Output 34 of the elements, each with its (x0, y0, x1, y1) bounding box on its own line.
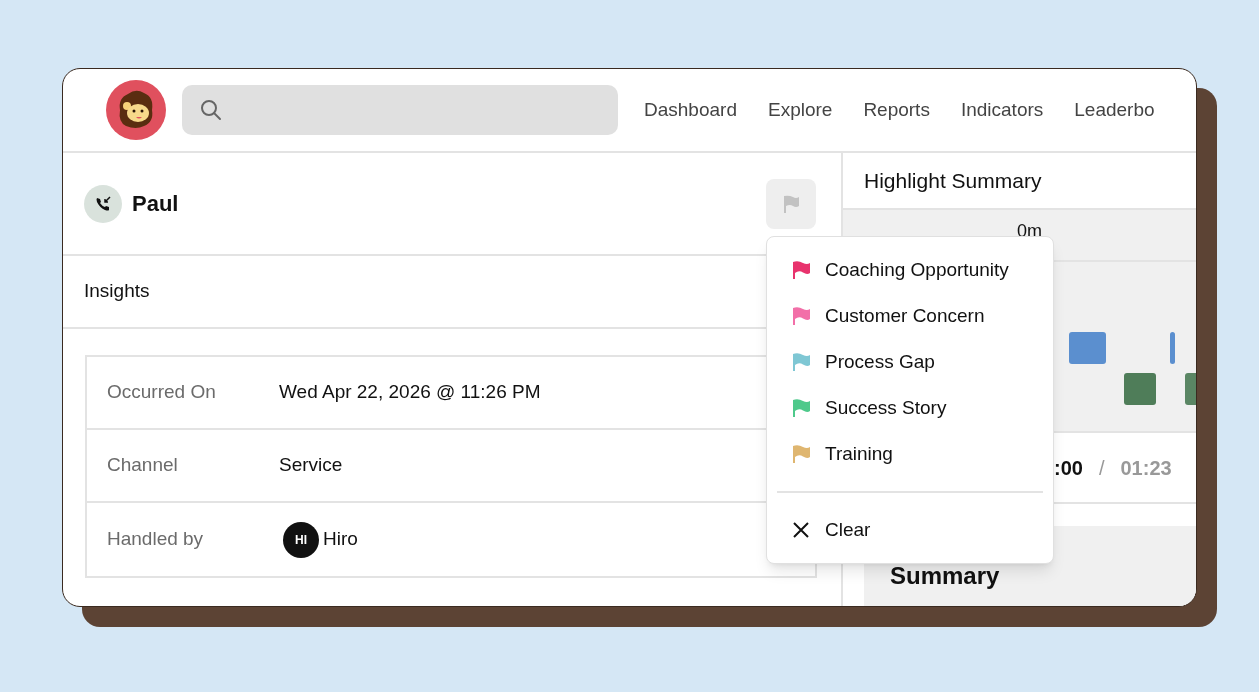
menu-item[interactable]: Success Story (767, 385, 1053, 431)
section-title: Insights (84, 279, 150, 304)
user-avatar: HI (283, 521, 319, 558)
nav-link[interactable]: Dashboard (644, 95, 737, 125)
nav-link[interactable]: Indicators (960, 95, 1044, 125)
close-icon (791, 520, 811, 540)
search-icon (200, 99, 222, 121)
time-separator: / (1098, 455, 1105, 481)
field-label: Channel (107, 453, 179, 478)
highlight-marker (1124, 373, 1156, 405)
menu-item[interactable]: Training (767, 431, 1053, 477)
panel-title: Highlight Summary (864, 167, 1042, 194)
field-label: Occurred On (107, 380, 217, 405)
field-label: Handled by (107, 527, 205, 552)
search-field[interactable] (182, 85, 618, 135)
nav-link[interactable]: Leaderbo (1074, 95, 1155, 125)
contact-name: Paul (132, 190, 179, 218)
menu-item[interactable]: Customer Concern (767, 293, 1053, 339)
highlight-marker (1170, 332, 1175, 364)
menu-item[interactable]: Process Gap (767, 339, 1053, 385)
field-value: Hiro (323, 527, 358, 552)
incoming-call-icon (84, 184, 122, 223)
flag-icon (781, 193, 801, 214)
nav-link[interactable]: Explore (767, 95, 833, 125)
field-value: Service (279, 453, 343, 478)
field-value: Wed Apr 22, 2026 @ 11:26 PM (279, 380, 541, 405)
duration: 01:23 (1120, 455, 1172, 481)
nav-link[interactable]: Reports (863, 95, 930, 125)
current-time: :00 (1054, 455, 1083, 481)
flag-button[interactable] (766, 178, 816, 229)
menu-item[interactable]: Coaching Opportunity (767, 247, 1053, 293)
card-title: Summary (890, 562, 1000, 589)
menu-item[interactable]: Clear (767, 507, 1053, 553)
highlight-marker (1069, 332, 1106, 364)
